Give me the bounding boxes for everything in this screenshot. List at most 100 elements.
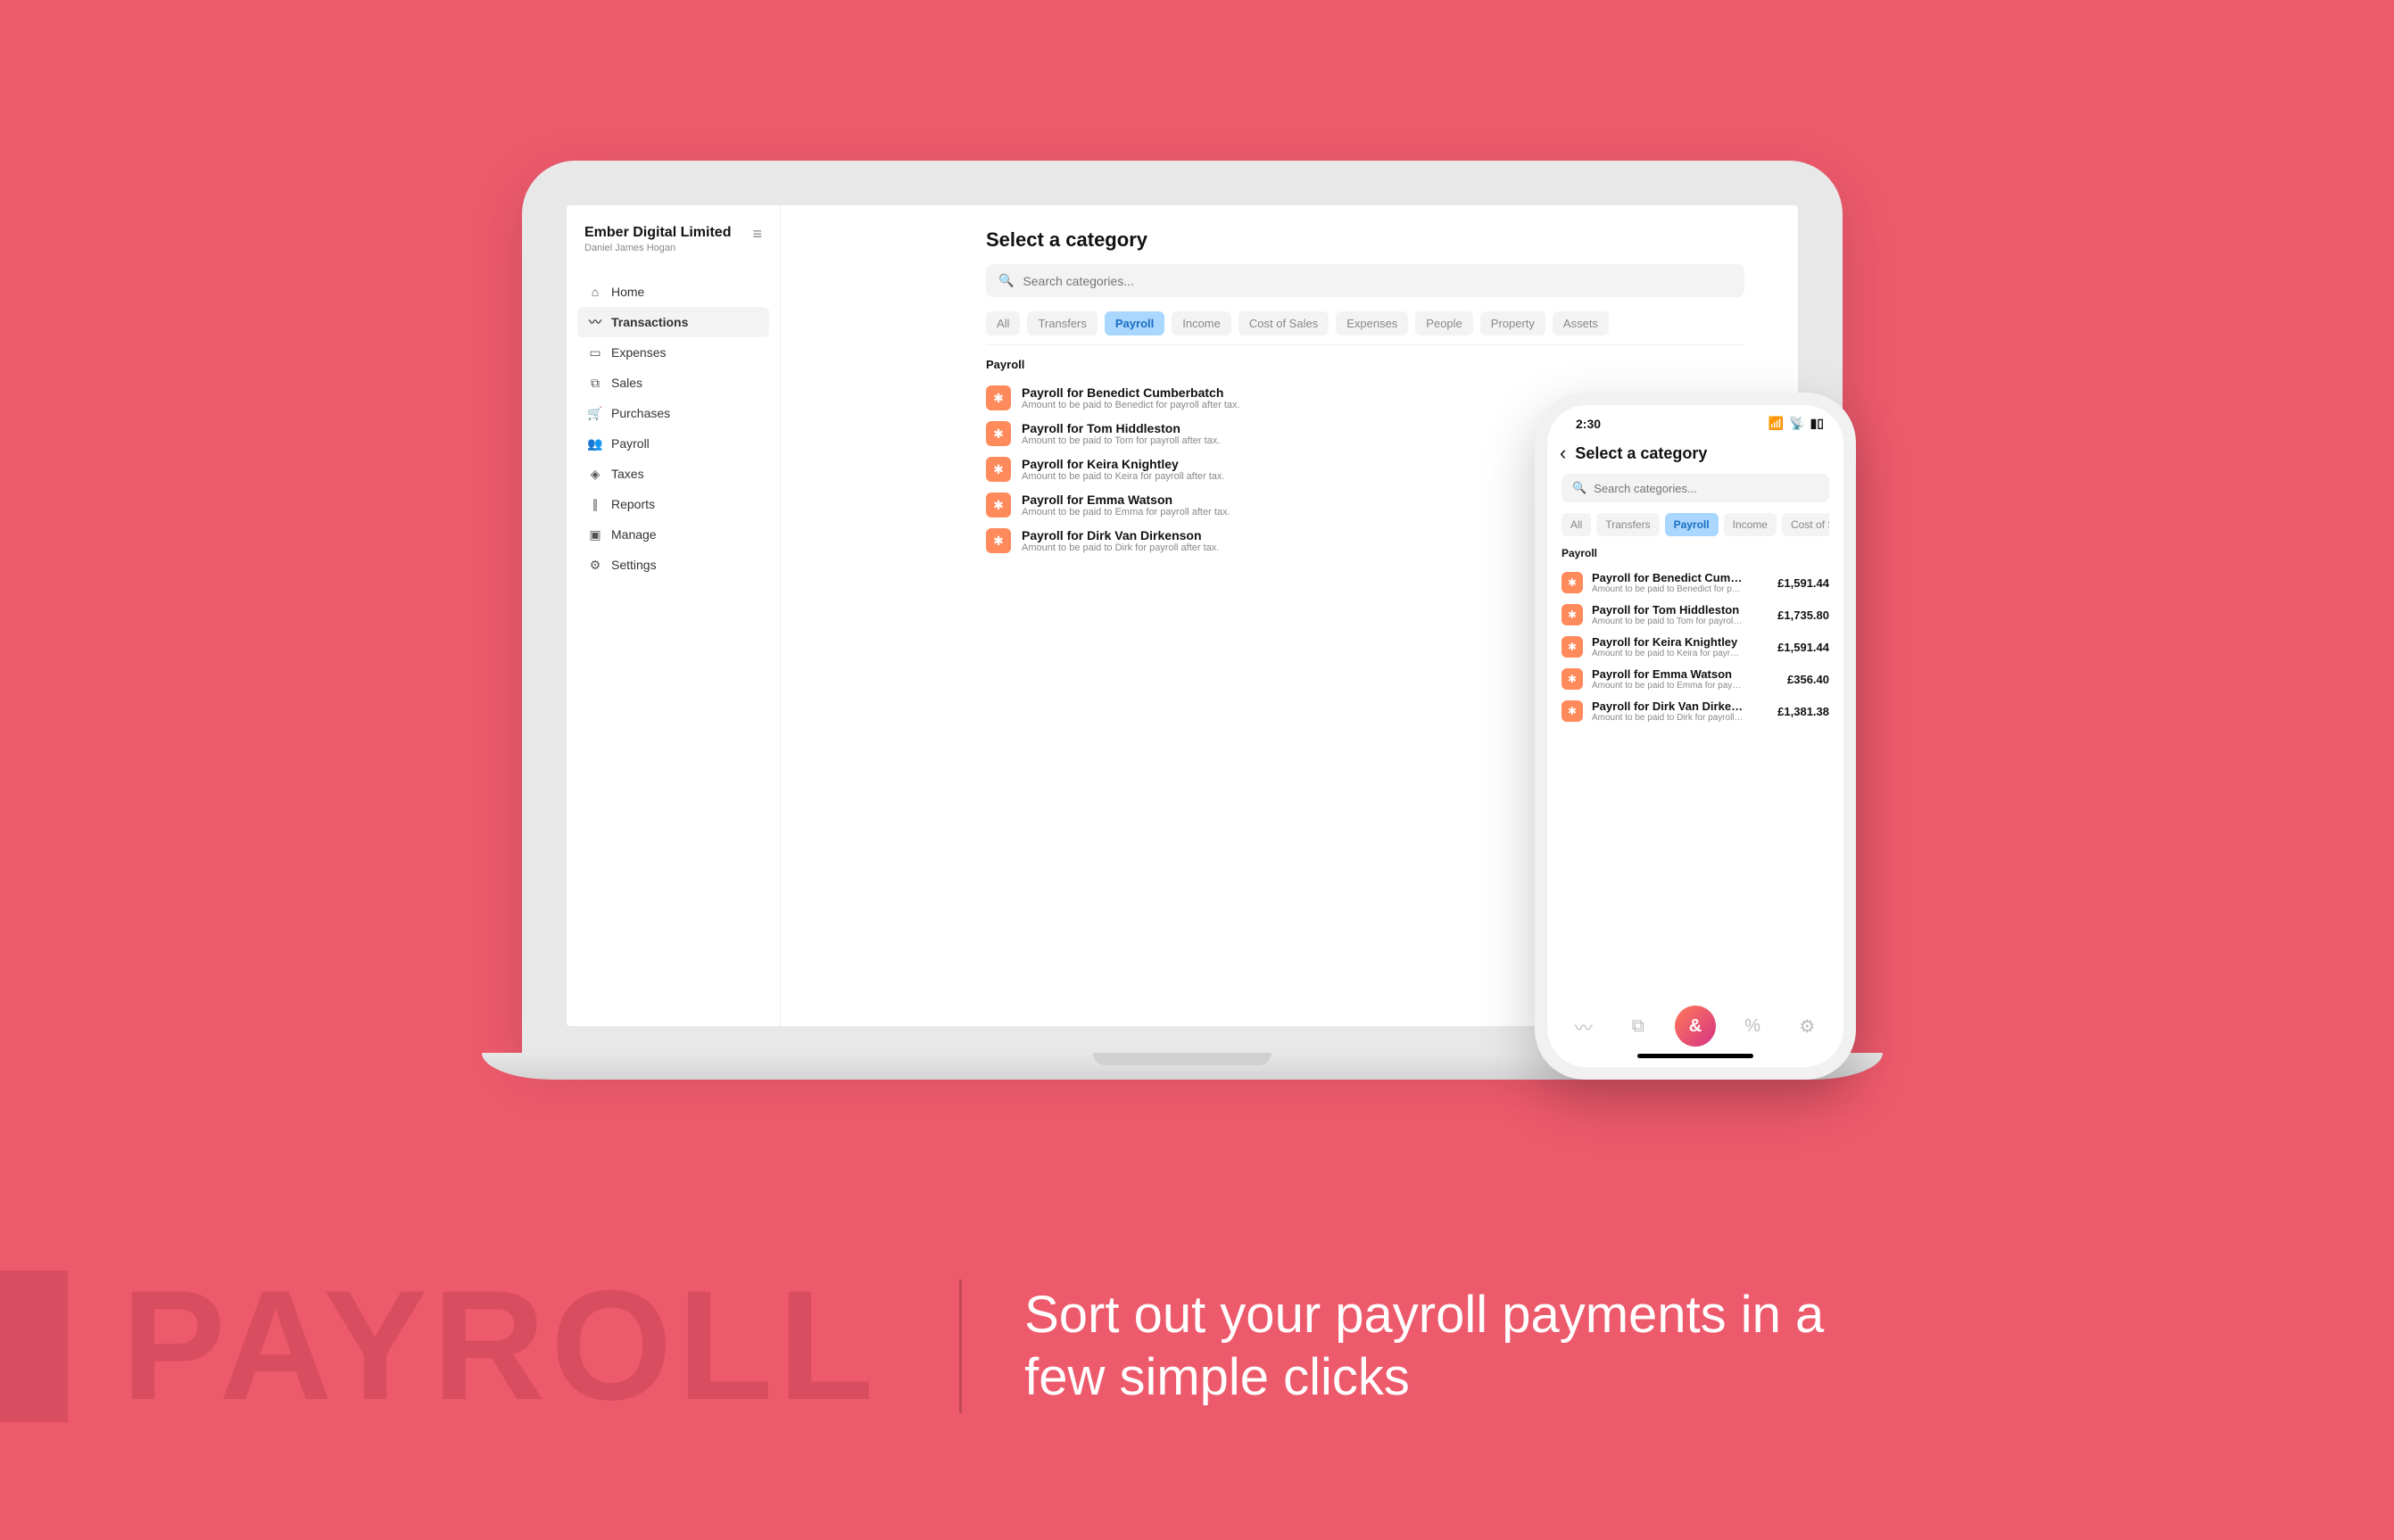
headline: PAYROLL — [121, 1268, 879, 1424]
payroll-text: Payroll for Tom Hiddleston Amount to be … — [1592, 603, 1769, 626]
nav-settings[interactable]: ⚙ Settings — [577, 550, 769, 580]
person-icon: ✱ — [1561, 668, 1583, 690]
search-box[interactable]: 🔍 — [986, 264, 1744, 297]
tab-assets[interactable]: Assets — [1553, 311, 1609, 335]
tab-transfers[interactable]: Transfers — [1596, 513, 1659, 536]
payroll-row[interactable]: ✱ Payroll for Emma Watson Amount to be p… — [1561, 663, 1829, 695]
nav-sales[interactable]: ⧉ Sales — [577, 368, 769, 398]
sidebar: Ember Digital Limited Daniel James Hogan… — [567, 205, 781, 1026]
status-time: 2:30 — [1576, 417, 1601, 431]
tab-payroll[interactable]: Payroll — [1665, 513, 1719, 536]
tab-property[interactable]: Property — [1480, 311, 1545, 335]
nav-label: Reports — [611, 497, 655, 511]
payroll-sub: Amount to be paid to Dirk for payroll af… — [1592, 713, 1744, 723]
payroll-row[interactable]: ✱ Payroll for Tom Hiddleston Amount to b… — [1561, 599, 1829, 631]
category-tabs: All Transfers Payroll Income Cost of Sal… — [986, 311, 1744, 345]
tax-icon: ◈ — [588, 467, 602, 481]
company-block: Ember Digital Limited Daniel James Hogan — [584, 225, 731, 253]
company-name: Ember Digital Limited — [584, 225, 731, 241]
tab-all[interactable]: All — [1561, 513, 1591, 536]
nav-label: Payroll — [611, 436, 650, 451]
laptop-notch — [1093, 1053, 1272, 1065]
nav-manage[interactable]: ▣Manage — [577, 519, 769, 550]
payroll-text: Payroll for Benedict Cumbe… Amount to be… — [1592, 571, 1769, 594]
person-icon: ✱ — [1561, 636, 1583, 658]
payroll-row[interactable]: ✱ Payroll for Benedict Cumbe… Amount to … — [1561, 567, 1829, 599]
phone-mockup: 2:30 📶 📡 ▮▯ ‹ Select a category 🔍 All Tr… — [1535, 393, 1856, 1080]
card-icon: ▭ — [588, 345, 602, 360]
divider — [959, 1279, 962, 1413]
nav-reports[interactable]: ∥ Reports — [577, 489, 769, 519]
nav-label: Sales — [611, 376, 642, 390]
people-icon: 👥 — [588, 436, 602, 451]
payroll-title: Payroll for Benedict Cumbe… — [1592, 571, 1744, 584]
nav-purchases[interactable]: 🛒 Purchases — [577, 398, 769, 428]
tab-transfers[interactable]: Transfers — [1027, 311, 1097, 335]
home-indicator — [1637, 1054, 1753, 1058]
tab-income[interactable]: Income — [1724, 513, 1777, 536]
nav-label: Settings — [611, 558, 657, 572]
nav-taxes[interactable]: ◈Taxes — [577, 459, 769, 489]
mobile-header: ‹ Select a category — [1547, 435, 1843, 474]
person-icon: ✱ — [986, 528, 1011, 553]
payroll-sub: Amount to be paid to Emma for payroll a… — [1592, 681, 1744, 691]
gear-icon: ⚙ — [588, 558, 602, 572]
cart-icon: 🛒 — [588, 406, 602, 420]
nav-home[interactable]: ⌂Home — [577, 277, 769, 307]
payroll-title: Payroll for Emma Watson — [1592, 667, 1744, 681]
payroll-amount: £1,735.80 — [1777, 609, 1829, 622]
tab-cost-partial[interactable]: Cost of S — [1782, 513, 1829, 536]
tab-cost-of-sales[interactable]: Cost of Sales — [1238, 311, 1329, 335]
nav-transactions[interactable]: 〰Transactions — [577, 307, 769, 337]
search-input[interactable] — [1023, 274, 1732, 288]
mobile-body: 🔍 All Transfers Payroll Income Cost of S… — [1547, 474, 1843, 995]
nav-label: Transactions — [611, 315, 688, 329]
payroll-amount: £1,381.38 — [1777, 705, 1829, 718]
mobile-search-box[interactable]: 🔍 — [1561, 474, 1829, 502]
tagline: Sort out your payroll payments in a few … — [1024, 1284, 1917, 1408]
payroll-text: Payroll for Dirk Van Dirkens… Amount to … — [1592, 700, 1769, 723]
person-icon: ✱ — [1561, 604, 1583, 625]
payroll-sub: Amount to be paid to Benedict for payr… — [1592, 584, 1744, 594]
nav-label: Purchases — [611, 406, 670, 420]
payroll-row[interactable]: ✱ Payroll for Dirk Van Dirkens… Amount t… — [1561, 695, 1829, 727]
status-bar: 2:30 📶 📡 ▮▯ — [1547, 405, 1843, 435]
person-icon: ✱ — [1561, 700, 1583, 722]
tab-people[interactable]: People — [1415, 311, 1472, 335]
payroll-text: Payroll for Keira Knightley Amount to be… — [1592, 635, 1769, 658]
payroll-sub: Amount to be paid to Tom for payroll af… — [1592, 617, 1744, 626]
tabbar-center-button[interactable]: & — [1675, 1006, 1716, 1047]
mobile-tab-bar: 〰 ⧉ & % ⚙ — [1547, 995, 1843, 1054]
marketing-banner: PAYROLL Sort out your payroll payments i… — [0, 1268, 1917, 1424]
signal-icon: 📶 — [1769, 416, 1784, 431]
accent-bar — [0, 1271, 68, 1422]
sidebar-collapse-icon[interactable]: ≡ — [752, 225, 762, 244]
payroll-amount: £1,591.44 — [1777, 641, 1829, 654]
nav-payroll[interactable]: 👥 Payroll — [577, 428, 769, 459]
tabbar-activity-icon[interactable]: 〰 — [1566, 1008, 1602, 1044]
person-icon: ✱ — [986, 385, 1011, 410]
back-icon[interactable]: ‹ — [1560, 442, 1566, 465]
tabbar-percent-icon[interactable]: % — [1735, 1008, 1770, 1044]
chart-icon: ∥ — [588, 497, 602, 511]
section-label: Payroll — [986, 358, 1744, 371]
search-icon: 🔍 — [1572, 481, 1586, 495]
tabbar-box-icon[interactable]: ⧉ — [1620, 1008, 1656, 1044]
mobile-section-label: Payroll — [1561, 547, 1829, 559]
home-icon: ⌂ — [588, 285, 602, 299]
mobile-search-input[interactable] — [1594, 482, 1818, 495]
payroll-row[interactable]: ✱ Payroll for Keira Knightley Amount to … — [1561, 631, 1829, 663]
manage-icon: ▣ — [588, 527, 602, 542]
tab-expenses[interactable]: Expenses — [1336, 311, 1408, 335]
person-icon: ✱ — [1561, 572, 1583, 593]
tab-all[interactable]: All — [986, 311, 1020, 335]
payroll-sub: Amount to be paid to Keira for payroll a… — [1592, 649, 1744, 658]
tab-payroll[interactable]: Payroll — [1105, 311, 1164, 335]
nav-expenses[interactable]: ▭Expenses — [577, 337, 769, 368]
mobile-app: 2:30 📶 📡 ▮▯ ‹ Select a category 🔍 All Tr… — [1547, 405, 1843, 1067]
tab-income[interactable]: Income — [1172, 311, 1231, 335]
tabbar-settings-icon[interactable]: ⚙ — [1789, 1008, 1825, 1044]
payroll-title: Payroll for Keira Knightley — [1592, 635, 1744, 649]
bag-icon: ⧉ — [588, 376, 602, 390]
person-icon: ✱ — [986, 421, 1011, 446]
